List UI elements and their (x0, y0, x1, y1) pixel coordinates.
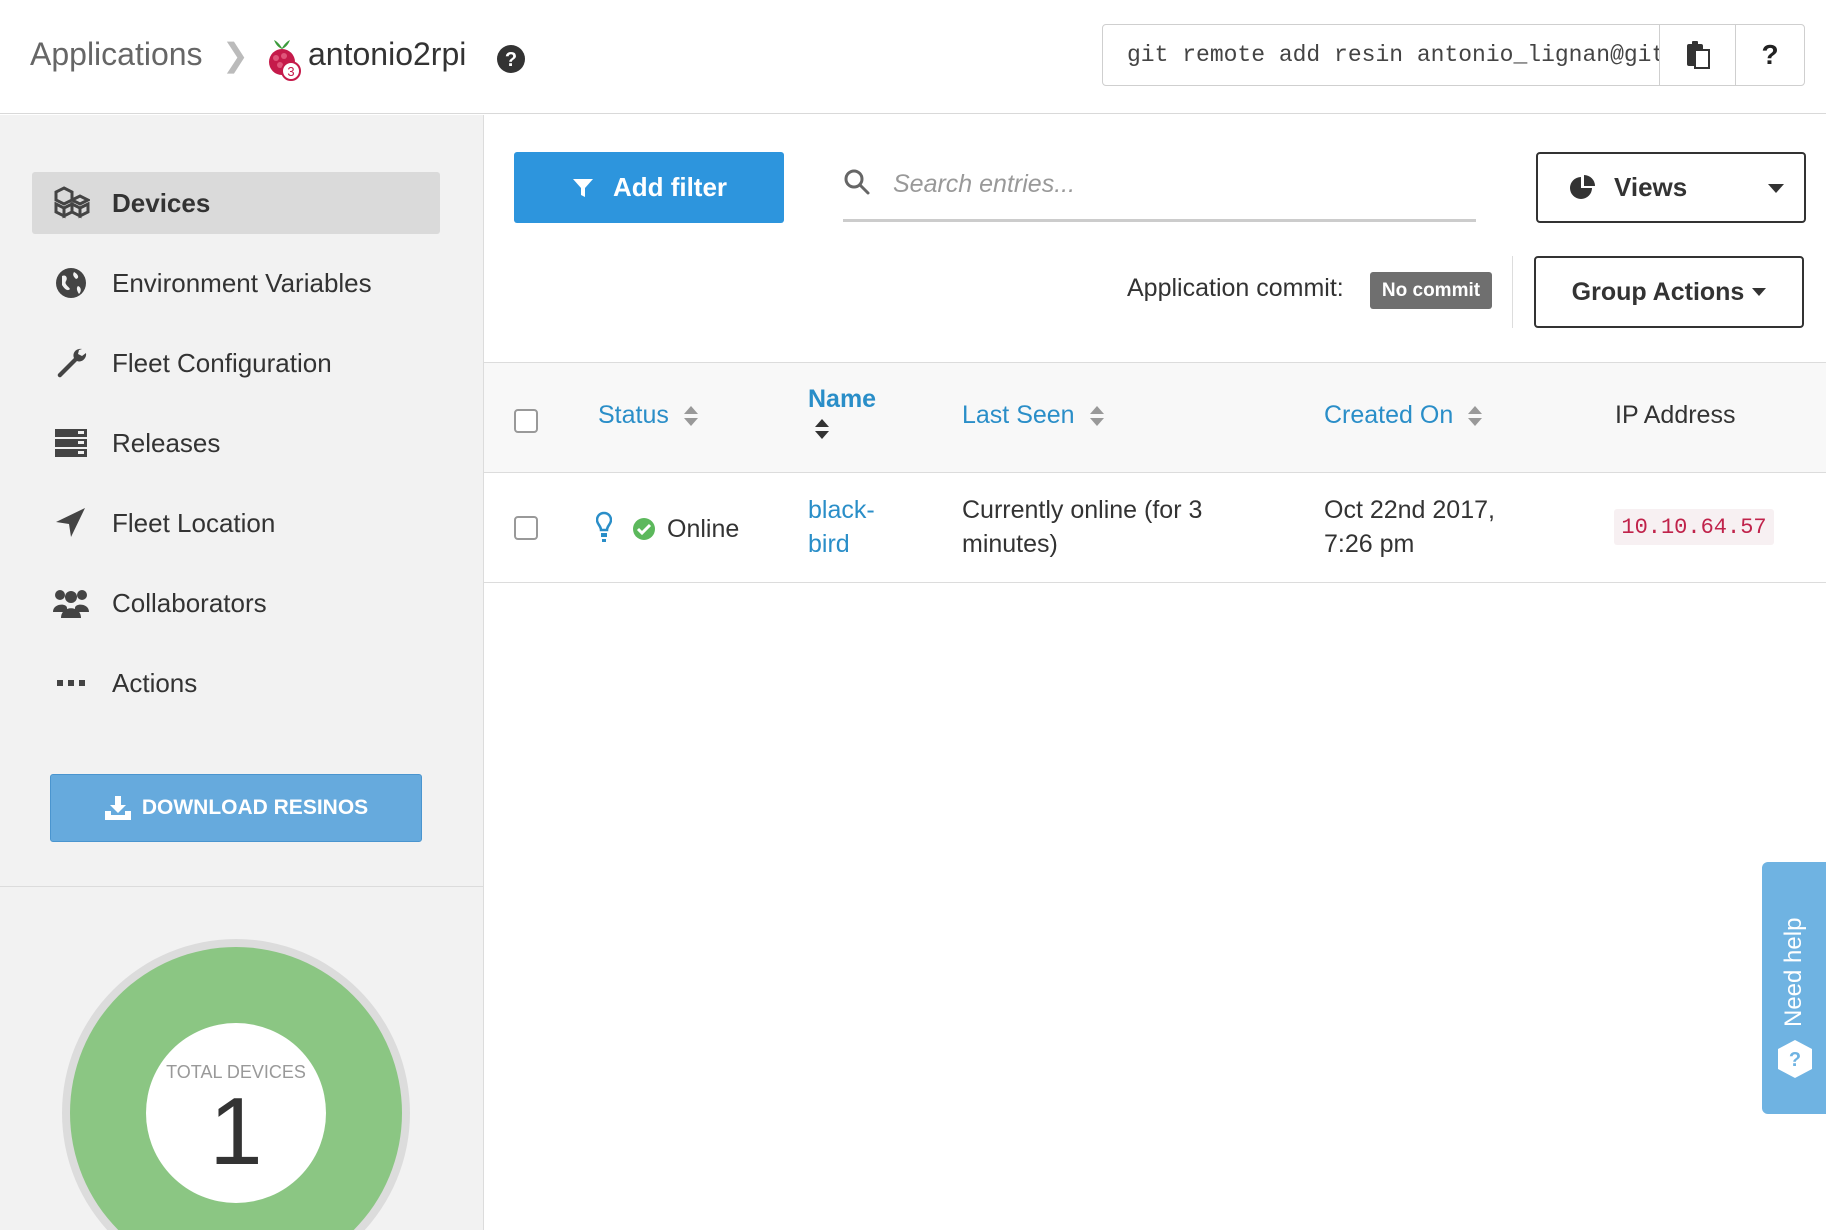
views-dropdown[interactable]: Views (1536, 152, 1806, 223)
sidebar-item-label: Actions (112, 667, 198, 698)
breadcrumb-applications[interactable]: Applications (30, 36, 203, 73)
sidebar-item-label: Collaborators (112, 587, 267, 618)
search-input[interactable] (893, 162, 1453, 206)
download-icon (104, 796, 131, 820)
server-icon (55, 429, 87, 457)
chevron-right-icon: ❯ (222, 37, 249, 73)
sidebar-item-collaborators[interactable]: Collaborators (32, 572, 440, 634)
device-ip-address: 10.10.64.57 (1614, 509, 1774, 545)
column-header-last-seen[interactable]: Last Seen (962, 401, 1105, 430)
sidebar-item-label: Fleet Configuration (112, 347, 332, 378)
column-header-created-on[interactable]: Created On (1324, 401, 1483, 430)
sort-icon (1468, 405, 1483, 426)
device-created-on: Oct 22nd 2017, 7:26 pm (1324, 496, 1495, 558)
device-name-link[interactable]: black- bird (808, 493, 875, 561)
need-help-label: Need help (1780, 917, 1807, 1027)
top-bar: Applications ❯ 3 antonio2rpi ? git remot… (0, 0, 1826, 114)
toolbar-divider (1512, 256, 1513, 328)
device-last-seen: Currently online (for 3 minutes) (962, 496, 1203, 558)
copy-button[interactable] (1659, 24, 1736, 86)
table-row: Online black- bird Currently online (for… (484, 473, 1826, 583)
device-status: Online (667, 515, 740, 543)
raspberry-pi-icon: 3 (269, 40, 301, 81)
total-devices-count: 1 (209, 1078, 263, 1185)
caret-down-icon (1768, 184, 1784, 193)
clipboard-icon (1686, 41, 1710, 69)
help-hexagon-icon: ? (1778, 1040, 1812, 1078)
search-icon (844, 169, 870, 195)
ellipsis-icon (57, 680, 85, 686)
check-circle-icon (633, 518, 655, 540)
caret-down-icon (1752, 288, 1767, 296)
sidebar-item-label: Fleet Location (112, 507, 276, 538)
svg-text:?: ? (1789, 1049, 1801, 1071)
sidebar-item-environment-variables[interactable]: Environment Variables (32, 252, 440, 314)
lightbulb-icon[interactable] (596, 511, 612, 545)
views-label: Views (1614, 172, 1688, 202)
add-filter-label: Add filter (612, 172, 728, 202)
sidebar-item-devices[interactable]: Devices (32, 172, 440, 234)
help-button[interactable]: ? (1735, 24, 1805, 86)
cubes-icon (54, 186, 90, 219)
group-actions-label: Group Actions (1571, 277, 1745, 306)
sort-icon (683, 405, 698, 426)
users-icon (53, 590, 89, 618)
download-resinos-button[interactable]: DOWNLOAD RESINOS (50, 774, 422, 842)
add-filter-button[interactable]: Add filter (514, 152, 784, 223)
application-commit-label: Application commit: (1127, 274, 1344, 302)
column-header-status[interactable]: Status (598, 401, 699, 430)
rpi-version-badge: 3 (287, 64, 294, 79)
sidebar-item-label: Releases (112, 427, 221, 458)
sidebar: Devices Environment Variables Fleet Conf… (0, 115, 484, 1230)
sidebar-item-actions[interactable]: Actions (32, 652, 440, 714)
need-help-tab[interactable]: Need help ? (1762, 862, 1826, 1114)
sidebar-item-releases[interactable]: Releases (32, 412, 440, 474)
sidebar-divider (0, 886, 483, 887)
group-actions-button[interactable]: Group Actions (1534, 256, 1804, 328)
question-circle-icon[interactable]: ? (496, 44, 526, 74)
location-arrow-icon (56, 508, 85, 537)
table-header: Status Name Last Seen Created On IP Addr… (484, 362, 1826, 473)
commit-badge: No commit (1370, 272, 1492, 309)
select-all-checkbox[interactable] (514, 409, 538, 433)
row-checkbox[interactable] (514, 516, 538, 540)
column-header-name[interactable]: Name (808, 385, 876, 440)
sidebar-item-fleet-configuration[interactable]: Fleet Configuration (32, 332, 440, 394)
sidebar-item-label: Devices (112, 187, 211, 218)
filter-icon (572, 178, 593, 197)
sidebar-item-label: Environment Variables (112, 267, 372, 298)
sort-icon (815, 419, 829, 439)
sort-icon (1089, 405, 1104, 426)
search-box (843, 158, 1476, 222)
svg-text:?: ? (505, 49, 517, 71)
git-remote-field[interactable]: git remote add resin antonio_lignan@git (1102, 24, 1660, 86)
globe-icon (56, 268, 86, 298)
column-header-ip-address: IP Address (1615, 401, 1736, 429)
wrench-icon (57, 348, 87, 378)
sidebar-item-fleet-location[interactable]: Fleet Location (32, 492, 440, 554)
pie-chart-icon (1570, 174, 1595, 199)
app-name: antonio2rpi (308, 36, 467, 72)
download-resinos-label: DOWNLOAD RESINOS (141, 796, 369, 819)
